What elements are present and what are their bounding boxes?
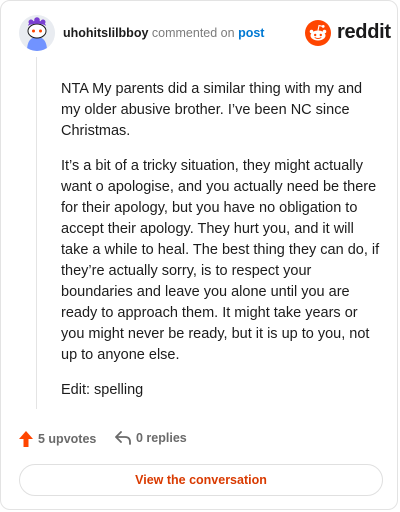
upvote-count: 5 upvotes xyxy=(38,432,97,446)
view-conversation-button[interactable]: View the conversation xyxy=(19,464,383,496)
comment-paragraph: Edit: spelling xyxy=(61,382,144,398)
upvote-button[interactable]: 5 upvotes xyxy=(19,431,96,447)
reply-button[interactable]: 0 replies xyxy=(115,431,187,445)
comment-body: NTA My parents did a similar thing with … xyxy=(61,79,383,415)
comment-card: uhohitslilbboy commented on post reddit … xyxy=(0,0,398,510)
username[interactable]: uhohitslilbboy xyxy=(63,26,148,40)
comment-header: uhohitslilbboy commented on post reddit xyxy=(19,15,391,51)
reddit-brand[interactable]: reddit xyxy=(305,18,391,48)
thread-line xyxy=(36,57,37,409)
comment-paragraph: It’s a bit of a tricky situation, they m… xyxy=(61,158,380,363)
comment-meta: uhohitslilbboy commented on post xyxy=(63,26,264,40)
snoo-avatar-icon xyxy=(19,15,55,51)
post-link[interactable]: post xyxy=(238,26,264,40)
upvote-arrow-icon xyxy=(19,431,33,447)
reddit-wordmark: reddit xyxy=(337,21,391,43)
reply-arrow-icon xyxy=(115,431,131,445)
reddit-logo-icon xyxy=(305,20,331,46)
comment-paragraph: NTA My parents did a similar thing with … xyxy=(61,81,363,139)
action-text: commented on xyxy=(151,26,235,40)
reply-count: 0 replies xyxy=(136,431,187,445)
avatar[interactable] xyxy=(19,15,55,51)
